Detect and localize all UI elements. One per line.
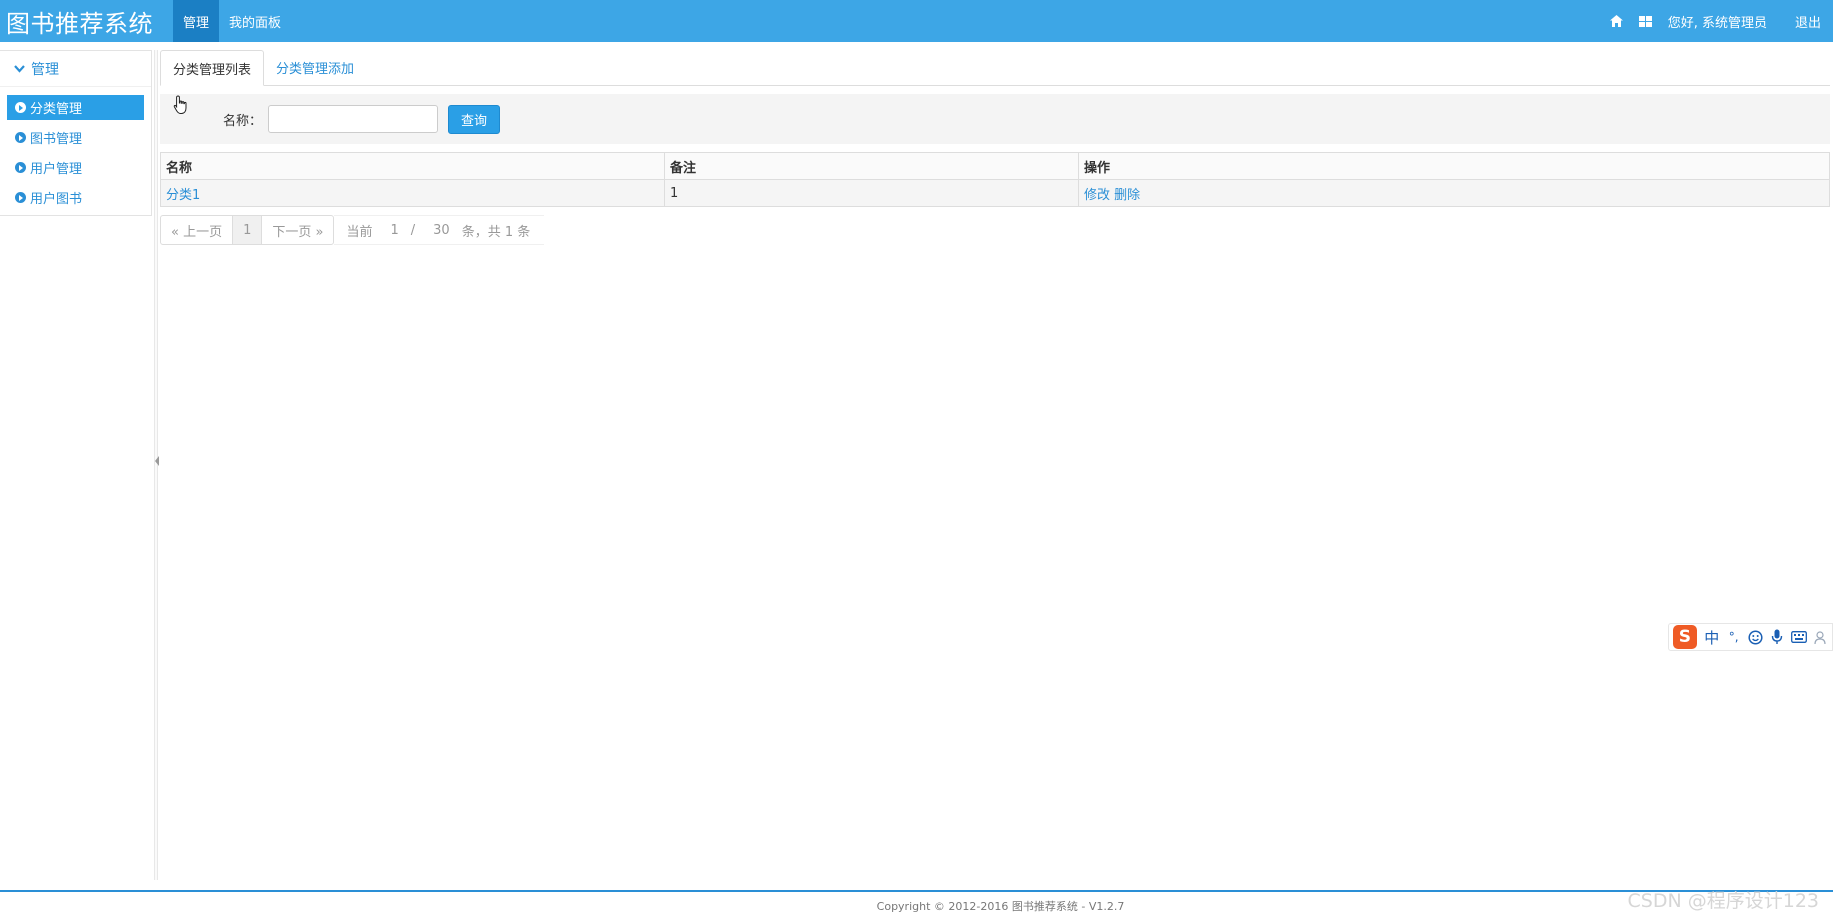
csdn-watermark: CSDN @程序设计123 bbox=[1627, 890, 1819, 912]
keyboard-icon[interactable] bbox=[1788, 631, 1810, 643]
sidebar: 管理 分类管理 图书管理 用户管理 用户图书 bbox=[0, 50, 152, 216]
nav-my-panel[interactable]: 我的面板 bbox=[219, 0, 291, 42]
sidebar-item-category[interactable]: 分类管理 bbox=[7, 95, 144, 120]
column-header-actions: 操作 bbox=[1078, 152, 1830, 180]
nav-manage[interactable]: 管理 bbox=[173, 0, 220, 42]
edit-link[interactable]: 修改 bbox=[1084, 188, 1110, 203]
cell-remark: 1 bbox=[664, 179, 1079, 207]
header-right: 您好, 系统管理员 退出 bbox=[1602, 0, 1833, 42]
collapse-arrow-icon[interactable] bbox=[155, 456, 159, 466]
sidebar-splitter[interactable] bbox=[154, 50, 159, 880]
cell-actions: 修改 删除 bbox=[1078, 179, 1830, 207]
circle-arrow-icon bbox=[15, 192, 26, 203]
emoji-icon[interactable] bbox=[1745, 629, 1767, 645]
sidebar-item-user-books[interactable]: 用户图书 bbox=[7, 185, 144, 210]
next-page-button[interactable]: 下一页 » bbox=[261, 215, 335, 245]
ime-mode-toggle[interactable]: 中 bbox=[1701, 627, 1723, 648]
current-label: 当前 bbox=[346, 224, 373, 240]
category-table: 名称 备注 操作 分类1 1 修改 删除 bbox=[160, 152, 1830, 207]
name-search-input[interactable] bbox=[268, 105, 439, 133]
top-nav: 管理 我的面板 bbox=[173, 0, 291, 42]
sidebar-item-label: 分类管理 bbox=[30, 102, 83, 117]
page-number-1[interactable]: 1 bbox=[232, 215, 263, 245]
copyright-text: Copyright © 2012-2016 图书推荐系统 - V1.2.7 bbox=[876, 900, 1125, 913]
tab-bar: 分类管理列表 分类管理添加 bbox=[160, 50, 1830, 86]
sidebar-item-label: 用户图书 bbox=[30, 192, 83, 207]
footer: Copyright © 2012-2016 图书推荐系统 - V1.2.7 bbox=[0, 890, 1833, 918]
circle-arrow-icon bbox=[15, 162, 26, 173]
tab-category-add[interactable]: 分类管理添加 bbox=[264, 49, 366, 85]
query-button[interactable]: 查询 bbox=[448, 104, 501, 134]
page-separator: / bbox=[410, 222, 416, 238]
column-header-name[interactable]: 名称 bbox=[160, 152, 665, 180]
chevron-down-icon bbox=[14, 64, 25, 73]
sogou-logo-icon[interactable]: S bbox=[1673, 625, 1697, 649]
category-name-link[interactable]: 分类1 bbox=[166, 188, 200, 203]
pagination: « 上一页 1 下一页 » 当前 1 / 30 条，共 1 条 bbox=[160, 215, 1830, 245]
brand-title: 图书推荐系统 bbox=[6, 9, 153, 38]
hand-cursor-icon bbox=[173, 95, 189, 119]
search-bar: 名称： 查询 bbox=[160, 94, 1830, 144]
sidebar-item-books[interactable]: 图书管理 bbox=[7, 125, 144, 150]
top-header: 图书推荐系统 管理 我的面板 您好, 系统管理员 退出 bbox=[0, 0, 1833, 42]
pagination-info: 当前 1 / 30 条，共 1 条 bbox=[334, 215, 545, 245]
delete-link[interactable]: 删除 bbox=[1114, 188, 1140, 203]
sidebar-item-users[interactable]: 用户管理 bbox=[7, 155, 144, 180]
grid-icon[interactable] bbox=[1631, 15, 1660, 27]
circle-arrow-icon bbox=[15, 132, 26, 143]
circle-arrow-icon bbox=[15, 102, 26, 113]
cell-name: 分类1 bbox=[160, 179, 665, 207]
tab-category-list[interactable]: 分类管理列表 bbox=[160, 50, 265, 86]
home-icon[interactable] bbox=[1602, 15, 1631, 27]
punctuation-toggle[interactable]: °, bbox=[1723, 630, 1745, 644]
sidebar-item-label: 用户管理 bbox=[30, 162, 83, 177]
column-header-remark[interactable]: 备注 bbox=[664, 152, 1079, 180]
main-content: 分类管理列表 分类管理添加 名称： 查询 名称 备注 操作 分类1 1 修改 删… bbox=[160, 50, 1830, 245]
page-size-input[interactable]: 30 bbox=[433, 223, 450, 238]
search-label: 名称： bbox=[223, 113, 263, 129]
current-page-input[interactable]: 1 bbox=[390, 223, 398, 238]
prev-page-button[interactable]: « 上一页 bbox=[160, 215, 234, 245]
microphone-icon[interactable] bbox=[1766, 629, 1788, 645]
sidebar-item-label: 图书管理 bbox=[30, 132, 83, 147]
skin-icon[interactable] bbox=[1810, 630, 1832, 645]
total-count-text: 条，共 1 条 bbox=[461, 224, 531, 240]
table-row: 分类1 1 修改 删除 bbox=[160, 179, 1830, 207]
logout-link[interactable]: 退出 bbox=[1787, 12, 1829, 31]
sidebar-section-label: 管理 bbox=[31, 61, 59, 78]
user-greeting[interactable]: 您好, 系统管理员 bbox=[1660, 12, 1775, 31]
sidebar-list: 分类管理 图书管理 用户管理 用户图书 bbox=[0, 87, 151, 210]
table-header-row: 名称 备注 操作 bbox=[160, 152, 1830, 180]
ime-toolbar[interactable]: S 中 °, bbox=[1668, 623, 1833, 651]
sidebar-section-manage[interactable]: 管理 bbox=[0, 51, 151, 87]
